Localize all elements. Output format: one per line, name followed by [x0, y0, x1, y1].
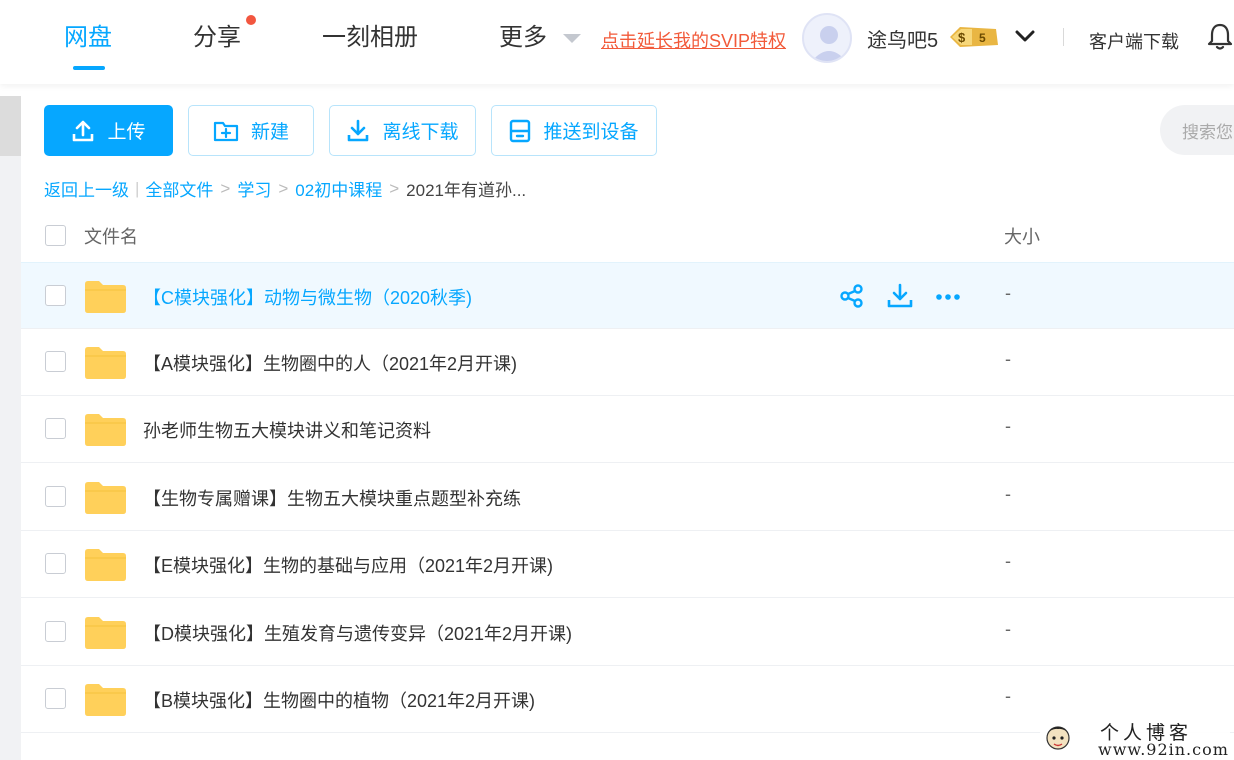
select-all-checkbox[interactable]: [45, 225, 66, 246]
table-row[interactable]: 【E模块强化】生物的基础与应用（2021年2月开课) -: [21, 531, 1234, 598]
file-name[interactable]: 【D模块强化】生殖发育与遗传变异（2021年2月开课): [143, 620, 572, 646]
row-checkbox[interactable]: [45, 688, 66, 709]
svip-extend-link[interactable]: 点击延长我的SVIP特权: [601, 27, 786, 53]
breadcrumb-study[interactable]: 学习: [237, 176, 271, 201]
row-actions: [839, 283, 983, 309]
file-size: -: [1005, 283, 1011, 303]
column-header-size[interactable]: 大小: [1004, 223, 1040, 249]
svip-level-badge: $ 5: [948, 25, 1000, 49]
file-name[interactable]: 【B模块强化】生物圈中的植物（2021年2月开课): [143, 687, 535, 713]
folder-icon: [85, 684, 126, 716]
mascot-icon: [1046, 726, 1070, 750]
share-icon[interactable]: [839, 283, 865, 309]
file-name[interactable]: 【E模块强化】生物的基础与应用（2021年2月开课): [143, 552, 553, 578]
file-size: -: [1005, 484, 1011, 504]
column-header-name[interactable]: 文件名: [84, 223, 138, 249]
table-row[interactable]: 【D模块强化】生殖发育与遗传变异（2021年2月开课) -: [21, 599, 1234, 666]
tab-netdisk[interactable]: 网盘: [64, 22, 112, 54]
folder-icon: [85, 617, 126, 649]
file-name[interactable]: 【C模块强化】动物与微生物（2020秋季): [143, 284, 472, 310]
new-folder-icon: [213, 121, 239, 141]
folder-icon: [85, 281, 126, 313]
breadcrumb-divider: |: [135, 178, 140, 198]
more-options-icon[interactable]: [935, 283, 961, 309]
watermark-url: www.92in.com: [1098, 740, 1229, 759]
table-row[interactable]: 孙老师生物五大模块讲义和笔记资料 -: [21, 396, 1234, 463]
file-size: -: [1005, 349, 1011, 369]
device-icon: [510, 119, 531, 142]
more-caret-icon[interactable]: [563, 34, 581, 43]
search-input[interactable]: 搜索您的文件: [1160, 105, 1234, 155]
svg-text:$: $: [958, 30, 966, 45]
file-size: -: [1005, 416, 1011, 436]
file-size: -: [1005, 686, 1011, 706]
tab-share[interactable]: 分享: [193, 22, 241, 54]
tab-moment-album[interactable]: 一刻相册: [322, 22, 418, 54]
breadcrumb-current: 2021年有道孙...: [406, 181, 527, 200]
row-checkbox[interactable]: [45, 351, 66, 372]
folder-icon: [85, 482, 126, 514]
active-tab-indicator: [73, 66, 105, 70]
client-download-link[interactable]: 客户端下载: [1089, 28, 1179, 54]
breadcrumb: 返回上一级 | 全部文件 > 学习 > 02初中课程 > 2021年有道孙...: [44, 176, 526, 201]
blog-watermark: 个人博客 www.92in.com: [1040, 716, 1230, 760]
row-checkbox[interactable]: [45, 418, 66, 439]
breadcrumb-middle-school[interactable]: 02初中课程: [295, 176, 382, 201]
push-to-device-button[interactable]: 推送到设备: [491, 105, 657, 156]
file-size: -: [1005, 619, 1011, 639]
new-folder-button[interactable]: 新建: [188, 105, 314, 156]
file-name[interactable]: 孙老师生物五大模块讲义和笔记资料: [143, 417, 431, 443]
download-icon: [348, 119, 369, 141]
avatar[interactable]: [802, 13, 852, 63]
left-sidebar-edge: [0, 96, 21, 760]
file-size: -: [1005, 551, 1011, 571]
table-row[interactable]: 【生物专属赠课】生物五大模块重点题型补充练 -: [21, 464, 1234, 531]
username[interactable]: 途鸟吧5: [867, 24, 938, 53]
download-icon[interactable]: [887, 283, 913, 309]
upload-button[interactable]: 上传: [44, 105, 173, 156]
row-checkbox[interactable]: [45, 285, 66, 306]
folder-icon: [85, 549, 126, 581]
breadcrumb-back[interactable]: 返回上一级: [44, 176, 129, 201]
chevron-down-icon[interactable]: [1014, 26, 1036, 46]
row-checkbox[interactable]: [45, 621, 66, 642]
table-row[interactable]: 【C模块强化】动物与微生物（2020秋季) -: [21, 262, 1234, 329]
breadcrumb-all-files[interactable]: 全部文件: [145, 176, 213, 201]
offline-download-button[interactable]: 离线下载: [329, 105, 476, 156]
row-checkbox[interactable]: [45, 486, 66, 507]
folder-icon: [85, 347, 126, 379]
row-checkbox[interactable]: [45, 553, 66, 574]
svg-text:5: 5: [979, 31, 986, 45]
upload-icon: [73, 120, 94, 141]
file-name[interactable]: 【生物专属赠课】生物五大模块重点题型补充练: [143, 485, 521, 511]
top-nav: 网盘 分享 一刻相册 更多 点击延长我的SVIP特权 途鸟吧5 $ 5 客户端下…: [0, 0, 1234, 84]
bell-icon[interactable]: [1207, 22, 1233, 50]
nav-divider: [1063, 28, 1064, 46]
folder-icon: [85, 414, 126, 446]
table-row[interactable]: 【A模块强化】生物圈中的人（2021年2月开课) -: [21, 329, 1234, 396]
notification-dot: [246, 15, 256, 25]
tab-more[interactable]: 更多: [499, 22, 547, 54]
file-name[interactable]: 【A模块强化】生物圈中的人（2021年2月开课): [143, 350, 517, 376]
